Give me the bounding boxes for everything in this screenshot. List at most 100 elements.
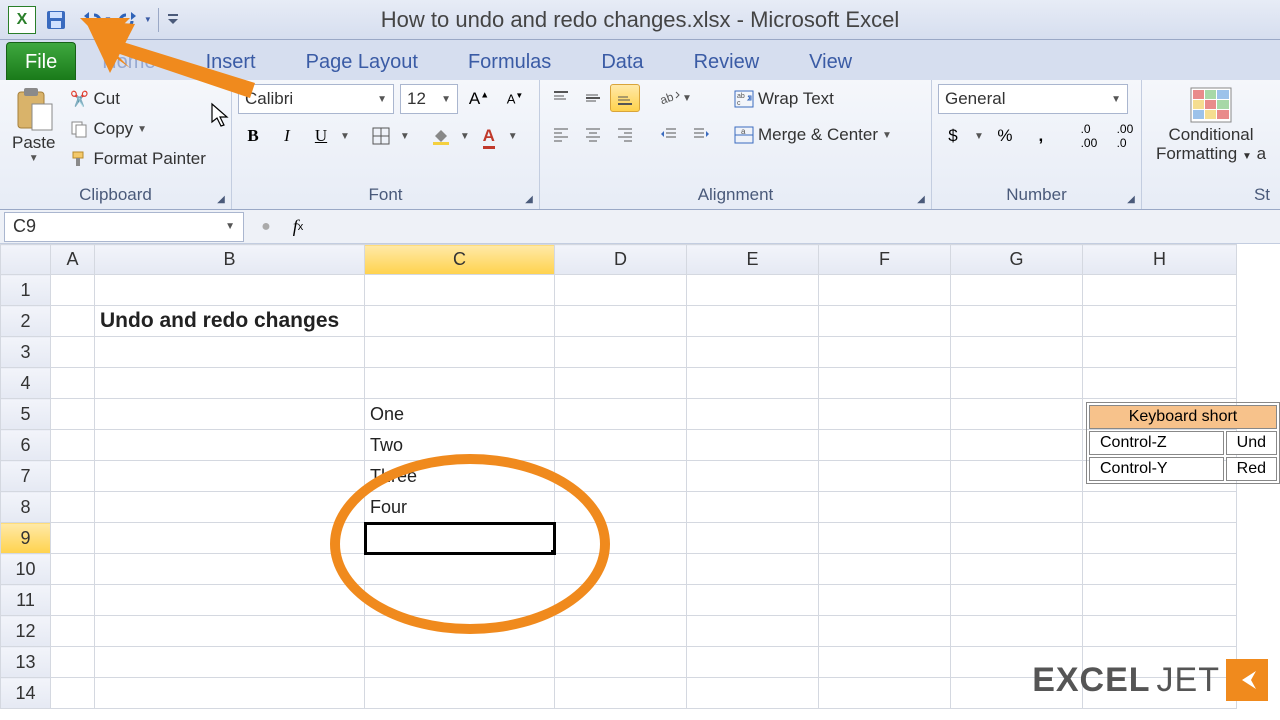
cell-B13[interactable] — [95, 647, 365, 678]
row-header-6[interactable]: 6 — [1, 430, 51, 461]
cell-D12[interactable] — [555, 616, 687, 647]
cell-D5[interactable] — [555, 399, 687, 430]
clipboard-dialog-launcher[interactable]: ◢ — [213, 191, 229, 207]
cell-G1[interactable] — [951, 275, 1083, 306]
comma-format-button[interactable]: , — [1026, 122, 1056, 150]
row-header-10[interactable]: 10 — [1, 554, 51, 585]
row-header-2[interactable]: 2 — [1, 306, 51, 337]
cell-E3[interactable] — [687, 337, 819, 368]
tab-formulas[interactable]: Formulas — [444, 43, 575, 80]
cell-H3[interactable] — [1083, 337, 1237, 368]
copy-button[interactable]: Copy ▼ — [65, 114, 209, 144]
row-header-8[interactable]: 8 — [1, 492, 51, 523]
cell-E13[interactable] — [687, 647, 819, 678]
fill-color-button[interactable] — [426, 122, 456, 150]
cell-B3[interactable] — [95, 337, 365, 368]
row-header-3[interactable]: 3 — [1, 337, 51, 368]
cell-A7[interactable] — [51, 461, 95, 492]
cell-C6[interactable]: Two — [365, 430, 555, 461]
cell-F12[interactable] — [819, 616, 951, 647]
cell-F13[interactable] — [819, 647, 951, 678]
cell-D1[interactable] — [555, 275, 687, 306]
align-left-button[interactable] — [546, 120, 576, 148]
tab-data[interactable]: Data — [577, 43, 667, 80]
cell-G7[interactable] — [951, 461, 1083, 492]
row-header-14[interactable]: 14 — [1, 678, 51, 709]
cell-E2[interactable] — [687, 306, 819, 337]
cell-C14[interactable] — [365, 678, 555, 709]
excel-logo-button[interactable]: X — [6, 4, 38, 36]
cut-button[interactable]: ✂️ Cut — [65, 84, 209, 114]
row-header-7[interactable]: 7 — [1, 461, 51, 492]
save-button[interactable] — [40, 4, 72, 36]
cell-F2[interactable] — [819, 306, 951, 337]
cell-D9[interactable] — [555, 523, 687, 554]
cell-D13[interactable] — [555, 647, 687, 678]
column-header-H[interactable]: H — [1083, 245, 1237, 275]
cell-G3[interactable] — [951, 337, 1083, 368]
cell-B6[interactable] — [95, 430, 365, 461]
cell-E11[interactable] — [687, 585, 819, 616]
name-box[interactable]: C9 ▼ — [4, 212, 244, 242]
cell-F3[interactable] — [819, 337, 951, 368]
alignment-dialog-launcher[interactable]: ◢ — [913, 191, 929, 207]
cell-C2[interactable] — [365, 306, 555, 337]
align-center-button[interactable] — [578, 120, 608, 148]
column-header-A[interactable]: A — [51, 245, 95, 275]
undo-button[interactable] — [74, 4, 106, 36]
cell-B5[interactable] — [95, 399, 365, 430]
cell-D7[interactable] — [555, 461, 687, 492]
cell-G6[interactable] — [951, 430, 1083, 461]
fill-handle[interactable] — [551, 550, 555, 554]
cancel-formula-button[interactable]: ● — [254, 215, 278, 239]
cell-H2[interactable] — [1083, 306, 1237, 337]
column-header-D[interactable]: D — [555, 245, 687, 275]
cell-C10[interactable] — [365, 554, 555, 585]
cell-H12[interactable] — [1083, 616, 1237, 647]
cell-E4[interactable] — [687, 368, 819, 399]
cell-C3[interactable] — [365, 337, 555, 368]
column-header-F[interactable]: F — [819, 245, 951, 275]
cell-A11[interactable] — [51, 585, 95, 616]
font-size-combo[interactable]: 12▼ — [400, 84, 458, 114]
cell-C5[interactable]: One — [365, 399, 555, 430]
cell-G11[interactable] — [951, 585, 1083, 616]
cell-A4[interactable] — [51, 368, 95, 399]
cell-B4[interactable] — [95, 368, 365, 399]
cell-E12[interactable] — [687, 616, 819, 647]
cell-E9[interactable] — [687, 523, 819, 554]
cell-A6[interactable] — [51, 430, 95, 461]
align-right-button[interactable] — [610, 120, 640, 148]
cell-B7[interactable] — [95, 461, 365, 492]
column-header-B[interactable]: B — [95, 245, 365, 275]
bold-button[interactable]: B — [238, 122, 268, 150]
align-top-button[interactable] — [546, 84, 576, 112]
percent-format-button[interactable]: % — [990, 122, 1020, 150]
italic-button[interactable]: I — [272, 122, 302, 150]
column-header-G[interactable]: G — [951, 245, 1083, 275]
cell-C1[interactable] — [365, 275, 555, 306]
accounting-format-button[interactable]: $ — [938, 122, 968, 150]
increase-font-button[interactable]: A▲ — [464, 85, 494, 113]
font-dialog-launcher[interactable]: ◢ — [521, 191, 537, 207]
cell-F4[interactable] — [819, 368, 951, 399]
cell-H11[interactable] — [1083, 585, 1237, 616]
cell-E5[interactable] — [687, 399, 819, 430]
format-painter-button[interactable]: Format Painter — [65, 144, 209, 174]
cell-G12[interactable] — [951, 616, 1083, 647]
cell-C8[interactable]: Four — [365, 492, 555, 523]
cell-A10[interactable] — [51, 554, 95, 585]
column-header-E[interactable]: E — [687, 245, 819, 275]
cell-C9[interactable] — [365, 523, 555, 554]
cell-A14[interactable] — [51, 678, 95, 709]
cell-H8[interactable] — [1083, 492, 1237, 523]
tab-home[interactable]: Home — [78, 43, 179, 80]
insert-function-button[interactable]: fx — [286, 215, 310, 239]
cell-B2[interactable]: Undo and redo changes — [95, 306, 365, 337]
select-all-corner[interactable] — [1, 245, 51, 275]
cell-F5[interactable] — [819, 399, 951, 430]
font-color-button[interactable]: A — [474, 122, 504, 150]
conditional-formatting-button[interactable]: Conditional Formatting ▼ a — [1148, 84, 1274, 165]
cell-D3[interactable] — [555, 337, 687, 368]
tab-file[interactable]: File — [6, 42, 76, 80]
